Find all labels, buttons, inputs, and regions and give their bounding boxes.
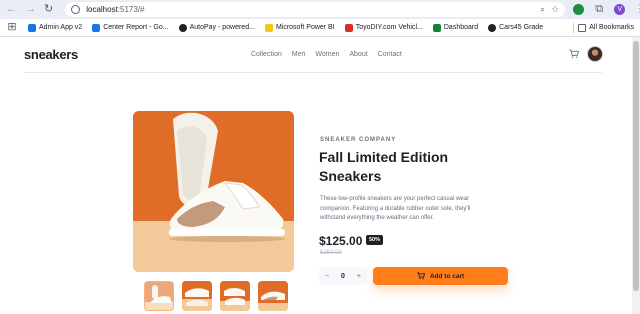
add-to-cart-button[interactable]: Add to cart (373, 267, 508, 285)
company-label: SNEAKER COMPANY (320, 137, 397, 143)
cart-icon[interactable] (569, 49, 579, 59)
separator (573, 22, 575, 33)
url-text: localhost:5173/# (86, 5, 145, 14)
quantity-value: 0 (341, 272, 345, 280)
add-to-cart-label: Add to cart (429, 272, 465, 280)
thumbnail-3[interactable] (220, 281, 250, 311)
discount-badge: 50% (366, 235, 384, 245)
nav-contact[interactable]: Contact (378, 51, 402, 58)
bookmark-favicon-icon (92, 23, 101, 32)
all-bookmarks-button[interactable]: All Bookmarks (578, 23, 634, 32)
back-icon[interactable]: ← (6, 4, 17, 16)
product-description: These low-profile sneakers are your perf… (320, 196, 471, 221)
forward-icon[interactable]: → (25, 4, 36, 16)
site-header: sneakers Collection Men Women About Cont… (24, 37, 603, 73)
folder-icon (578, 23, 587, 32)
apps-grid-icon[interactable]: ⊞ (6, 22, 18, 34)
scrollbar-thumb[interactable] (633, 41, 639, 291)
site-info-icon[interactable] (71, 5, 81, 14)
product-title: Fall Limited Edition Sneakers (319, 149, 449, 184)
bookmark-favicon-icon (178, 23, 187, 32)
bookmark-center-report[interactable]: Center Report - Go... (92, 23, 169, 32)
thumbnail-strip (144, 281, 288, 311)
nav-men[interactable]: Men (292, 51, 306, 58)
bookmark-autopay[interactable]: AutoPay - powered... (178, 23, 255, 32)
bookmark-dashboard[interactable]: Dashboard (432, 23, 478, 32)
quantity-stepper: − 0 + (319, 267, 367, 285)
main-nav: Collection Men Women About Contact (251, 51, 402, 58)
sneaker-image (133, 111, 294, 272)
bookmark-favicon-icon (344, 23, 353, 32)
bookmark-star-icon[interactable]: ☆ (551, 4, 559, 15)
bookmark-cars45[interactable]: Cars45 Grade (488, 23, 543, 32)
thumbnail-1[interactable] (144, 281, 174, 311)
address-bar[interactable]: localhost:5173/# ⌕ ☆ (65, 2, 566, 17)
nav-women[interactable]: Women (315, 51, 339, 58)
thumbnail-2[interactable] (182, 281, 212, 311)
extensions-puzzle-icon[interactable]: ⧉ (593, 4, 605, 16)
user-avatar[interactable] (587, 46, 603, 62)
browser-toolbar: ← → ↻ localhost:5173/# ⌕ ☆ ⧉ V ⋮ (0, 0, 640, 19)
bookmarks-bar: ⊞ Admin App v2 Center Report - Go... Aut… (0, 19, 640, 37)
zoom-search-icon[interactable]: ⌕ (540, 4, 545, 15)
thumbnail-4[interactable] (258, 281, 288, 311)
site-logo[interactable]: sneakers (24, 47, 78, 62)
extension-icon[interactable] (573, 4, 585, 15)
product-main-image[interactable] (133, 111, 294, 272)
bookmark-toyodiy[interactable]: ToyoDIY.com Vehicl... (344, 23, 423, 32)
reload-icon[interactable]: ↻ (44, 4, 53, 16)
decrease-quantity-button[interactable]: − (325, 273, 329, 280)
current-price: $125.00 (319, 234, 363, 248)
menu-kebab-icon[interactable]: ⋮ (634, 4, 640, 16)
increase-quantity-button[interactable]: + (357, 273, 361, 280)
page-scrollbar[interactable] (632, 37, 640, 314)
bookmark-favicon-icon (488, 23, 497, 32)
bookmark-favicon-icon (432, 23, 441, 32)
cart-icon (417, 272, 425, 280)
bookmark-favicon-icon (28, 23, 36, 32)
bookmark-favicon-icon (264, 23, 273, 32)
original-price: $250.00 (320, 250, 342, 256)
page-content: sneakers Collection Men Women About Cont… (0, 37, 632, 314)
nav-about[interactable]: About (349, 51, 367, 58)
profile-avatar[interactable]: V (614, 4, 626, 15)
nav-collection[interactable]: Collection (251, 51, 282, 58)
bookmark-power-bi[interactable]: Microsoft Power BI (264, 23, 335, 32)
bookmark-admin-app[interactable]: Admin App v2 (28, 23, 82, 32)
